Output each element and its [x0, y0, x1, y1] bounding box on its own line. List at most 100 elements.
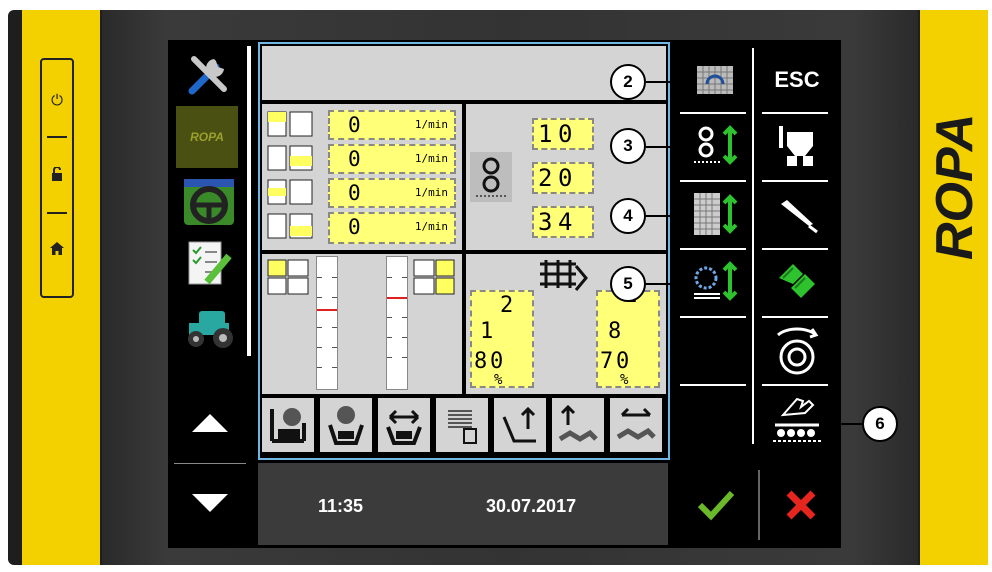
checkmark-icon — [697, 490, 735, 521]
softkey-manual-cleaning[interactable] — [758, 388, 836, 448]
right-column-box[interactable]: 1 8 7 0 % — [596, 284, 660, 388]
callout-leader — [646, 146, 680, 148]
bottom-button-1[interactable] — [262, 398, 314, 452]
softkey-pickup[interactable] — [758, 116, 836, 176]
menu-item-checklist[interactable] — [178, 232, 240, 292]
cleaning-value-box[interactable]: 34 — [532, 206, 594, 238]
softkey-divider — [762, 316, 828, 318]
speed-gauge-icon — [328, 406, 364, 445]
axle-lift-icon — [558, 404, 598, 442]
softkey-reset[interactable] — [676, 50, 754, 110]
menu-item-settings[interactable] — [178, 44, 240, 104]
menu-item-driving[interactable] — [178, 172, 240, 232]
bottom-button-2[interactable] — [320, 398, 372, 452]
elevator-icon — [540, 260, 588, 291]
bottom-button-7[interactable] — [610, 398, 662, 452]
bottom-button-4[interactable] — [436, 398, 488, 452]
status-divider — [758, 470, 760, 540]
rotation-disc-icon — [776, 327, 819, 375]
menu-item-vehicle[interactable] — [178, 298, 240, 358]
cleaning-star-up-down-icon — [694, 261, 738, 301]
ropa-logo-icon: ROPA — [190, 130, 224, 144]
cleaning-index: 3 — [538, 208, 553, 236]
callout-leader — [646, 215, 680, 217]
cleaning-index: 1 — [538, 120, 553, 148]
pickup-icon — [779, 126, 813, 166]
roller-rows-icon — [267, 111, 313, 239]
brand-text: ROPA — [928, 114, 982, 260]
gauge-marker — [387, 297, 407, 299]
callout-leader — [646, 81, 680, 83]
power-key[interactable]: ⏻ — [42, 72, 72, 128]
confirm-button[interactable] — [676, 474, 756, 536]
rpm-row-icons — [266, 108, 324, 246]
steering-wheel-icon — [184, 179, 234, 225]
cleaning-value: 0 — [558, 120, 573, 148]
tractor-icon — [188, 311, 233, 348]
rpm-value-box[interactable]: 0 1/min — [328, 178, 456, 208]
softkey-rollers-up-down[interactable] — [676, 116, 754, 176]
grid-up-down-icon — [694, 193, 738, 235]
rpm-unit: 1/min — [414, 186, 448, 199]
softkey-empty-left-5[interactable] — [676, 322, 754, 382]
cleaning-value-box[interactable]: 10 — [532, 118, 594, 150]
header-panel — [262, 46, 666, 100]
menu-item-ropa[interactable]: ROPA — [176, 106, 238, 168]
scroll-up-button[interactable] — [192, 414, 228, 432]
rollers-up-down-icon — [694, 125, 738, 165]
lock-key[interactable] — [42, 146, 72, 202]
callout-leader — [826, 423, 862, 425]
column-value: 8 — [608, 319, 622, 344]
softkey-rotation[interactable] — [758, 320, 836, 380]
softkey-divider — [680, 248, 746, 250]
clock-time: 11:35 — [318, 496, 364, 516]
key-divider — [47, 136, 67, 138]
callout-6: 6 — [862, 406, 898, 442]
cross-icon — [786, 490, 816, 520]
softkey-column-divider — [752, 48, 754, 444]
left-column-box[interactable]: 2 1 8 0 % — [470, 290, 534, 388]
bottom-button-6[interactable] — [552, 398, 604, 452]
esc-button[interactable]: ESC — [758, 50, 836, 110]
cleaning-value: 4 — [558, 208, 573, 236]
cleaning-value-box[interactable]: 20 — [532, 162, 594, 194]
rpm-value-box[interactable]: 0 1/min — [328, 212, 456, 244]
axle-shift-icon — [616, 407, 656, 440]
tools-icon — [188, 56, 227, 95]
rpm-value-box[interactable]: 0 1/min — [328, 144, 456, 174]
right-level-gauge — [386, 256, 408, 390]
home-key[interactable] — [42, 220, 72, 276]
cleaning-rollers-tile — [470, 152, 512, 202]
softkey-empty-left-6[interactable] — [676, 390, 754, 450]
rpm-unit: 1/min — [414, 152, 448, 165]
width-adjust-icon — [386, 409, 422, 445]
softkey-knife[interactable] — [758, 184, 836, 244]
left-level-gauge — [316, 256, 338, 390]
right-rollers-tile — [412, 258, 458, 298]
reset-grid-icon — [697, 66, 733, 94]
menu-scrollbar[interactable] — [247, 46, 251, 356]
left-rollers-tile — [266, 258, 312, 298]
column-value: 2 — [500, 293, 514, 318]
cleaning-index: 2 — [538, 164, 553, 192]
roller-group-icon — [413, 259, 455, 295]
softkey-divider — [680, 112, 746, 114]
bottom-button-3[interactable] — [378, 398, 430, 452]
power-icon: ⏻ — [51, 91, 63, 109]
softkey-auto-steer[interactable] — [758, 252, 836, 312]
callout-3: 3 — [610, 128, 646, 164]
rpm-value-box[interactable]: 0 1/min — [328, 110, 456, 140]
menu-divider — [174, 463, 246, 464]
checklist-icon — [188, 241, 232, 285]
roller-group-icon — [267, 259, 309, 295]
callout-4: 4 — [610, 198, 646, 234]
softkey-cleaning-up-down[interactable] — [676, 252, 754, 312]
scroll-down-button[interactable] — [192, 494, 228, 512]
bottom-button-5[interactable] — [494, 398, 546, 452]
cancel-button[interactable] — [762, 474, 840, 536]
hopper-lift-icon — [502, 406, 536, 443]
current-date: 30.07.2017 — [486, 496, 577, 516]
softkey-grid-up-down[interactable] — [676, 184, 754, 244]
rpm-unit: 1/min — [414, 220, 448, 233]
rpm-value: 0 — [348, 181, 361, 205]
